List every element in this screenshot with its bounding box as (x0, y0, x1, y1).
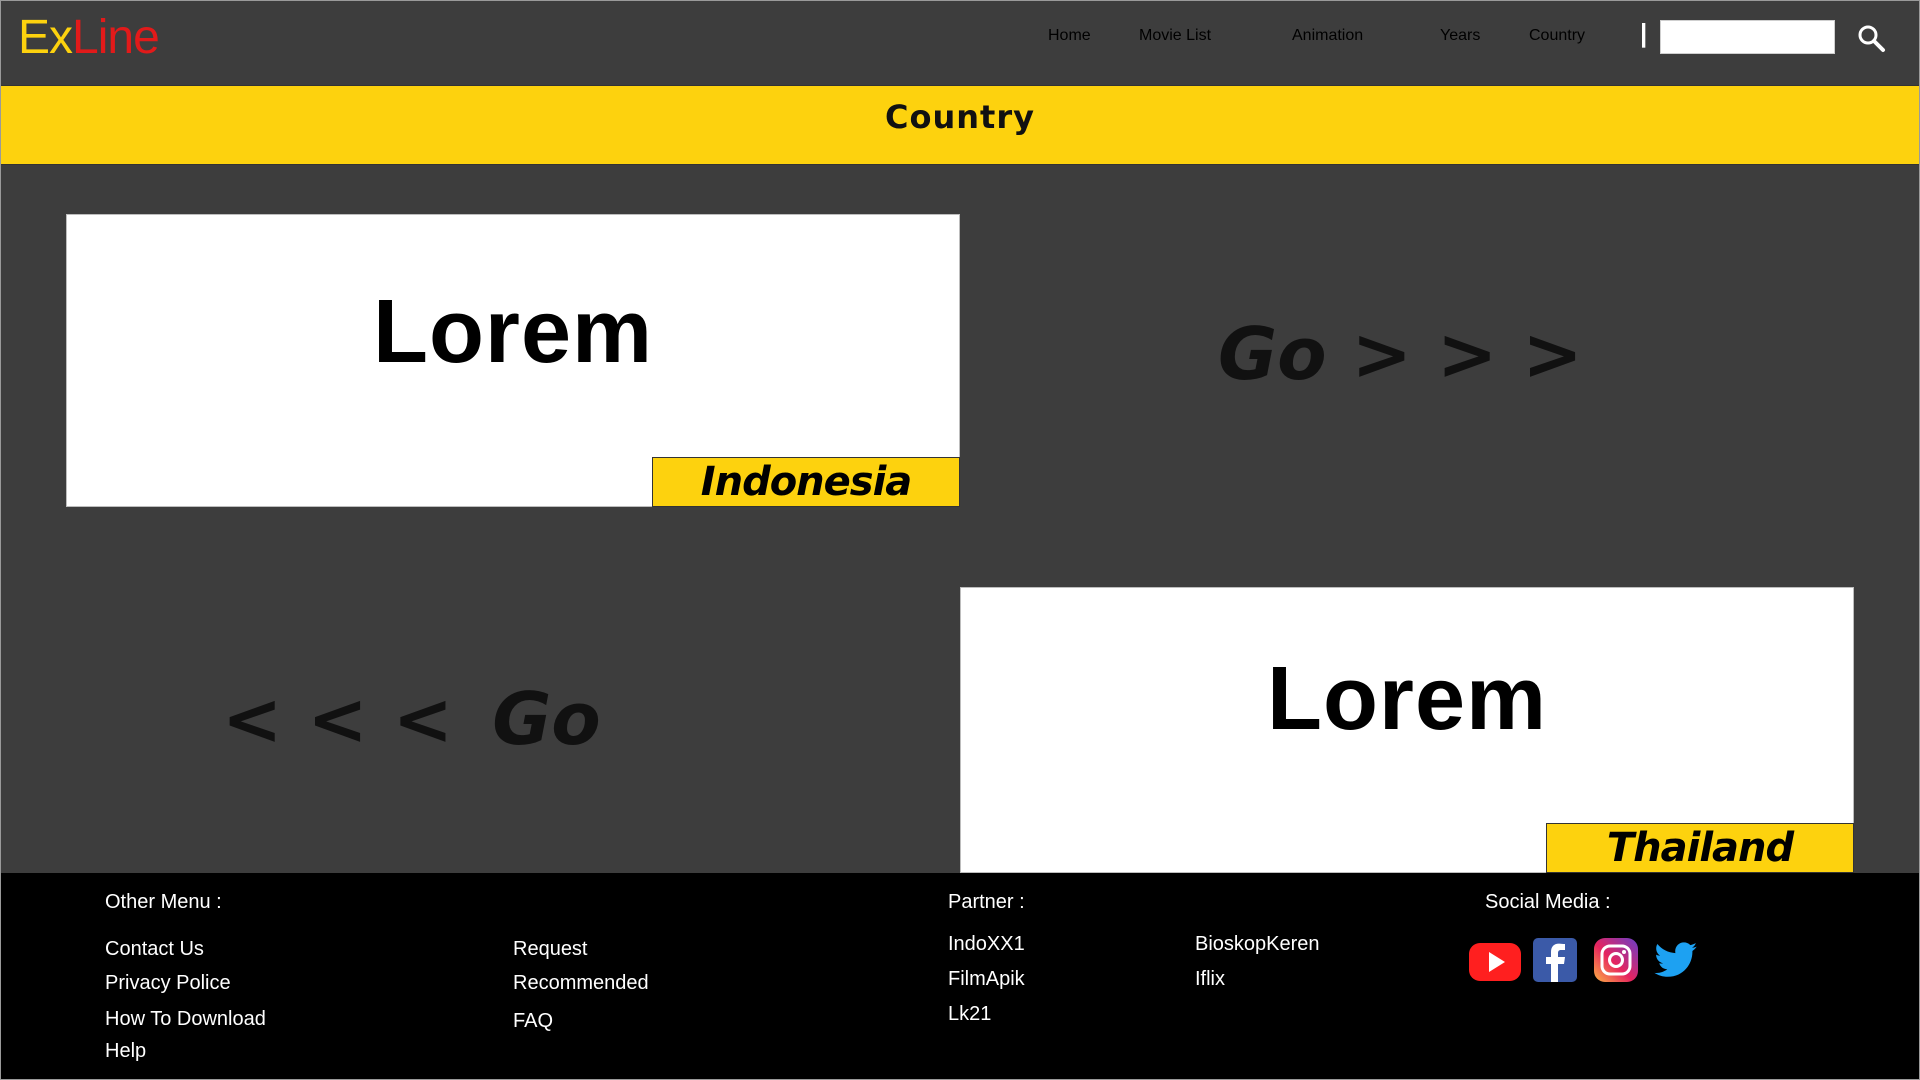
twitter-icon (1654, 942, 1697, 977)
facebook-icon (1533, 938, 1577, 982)
footer-link-contact-us[interactable]: Contact Us (105, 938, 204, 961)
other-menu-heading: Other Menu : (105, 891, 222, 913)
footer-link-how-to-download[interactable]: How To Download (105, 1008, 266, 1031)
nav-animation[interactable]: Animation (1292, 18, 1363, 54)
prev-go-label: Go (492, 677, 601, 761)
footer-link-help[interactable]: Help (105, 1040, 146, 1063)
youtube-link[interactable] (1468, 937, 1521, 987)
next-arrows: > > > (1351, 312, 1583, 396)
facebook-link[interactable] (1532, 937, 1582, 987)
footer-link-request[interactable]: Request (513, 938, 588, 961)
page-banner: Country (0, 85, 1920, 165)
youtube-icon (1469, 943, 1521, 981)
country-tag: Thailand (1546, 823, 1854, 873)
nav-movie-list[interactable]: Movie List (1139, 18, 1211, 54)
social-media-heading: Social Media : (1485, 891, 1611, 913)
logo-ex: Ex (18, 11, 73, 64)
card-title: Lorem (1266, 649, 1548, 749)
country-tag: Indonesia (652, 457, 960, 507)
search-input[interactable] (1660, 20, 1835, 54)
partner-link-filmapik[interactable]: FilmApik (948, 968, 1025, 991)
footer-link-recommended[interactable]: Recommended (513, 972, 649, 995)
search-button[interactable] (1855, 22, 1889, 56)
country-card-indonesia[interactable]: Lorem Indonesia (66, 214, 960, 507)
card-title: Lorem (372, 282, 654, 382)
twitter-link[interactable] (1653, 937, 1703, 987)
footer-link-faq[interactable]: FAQ (513, 1010, 553, 1033)
nav-home[interactable]: Home (1048, 18, 1091, 54)
logo-line: Line (72, 11, 160, 64)
footer-link-privacy-police[interactable]: Privacy Police (105, 972, 231, 995)
prev-arrows: < < < (222, 677, 454, 761)
next-link[interactable]: Go > > > (1218, 312, 1583, 396)
next-go-label: Go (1218, 312, 1327, 396)
nav-country[interactable]: Country (1529, 18, 1585, 54)
partner-link-bioskopkeren[interactable]: BioskopKeren (1195, 933, 1320, 956)
partner-link-iflix[interactable]: Iflix (1195, 968, 1225, 991)
search-icon (1858, 25, 1885, 52)
nav-years[interactable]: Years (1440, 18, 1480, 54)
country-card-thailand[interactable]: Lorem Thailand (960, 587, 1854, 873)
instagram-link[interactable] (1593, 937, 1643, 987)
top-header: ExLine Home Movie List Animation Years C… (0, 0, 1920, 85)
page-title: Country (885, 98, 1035, 136)
partner-heading: Partner : (948, 891, 1025, 913)
prev-link[interactable]: < < < Go (222, 677, 601, 761)
site-logo[interactable]: ExLine (18, 10, 160, 66)
partner-link-indoxx1[interactable]: IndoXX1 (948, 933, 1025, 956)
nav-separator: | (1640, 18, 1648, 48)
partner-link-lk21[interactable]: Lk21 (948, 1003, 991, 1026)
instagram-icon (1594, 938, 1638, 982)
